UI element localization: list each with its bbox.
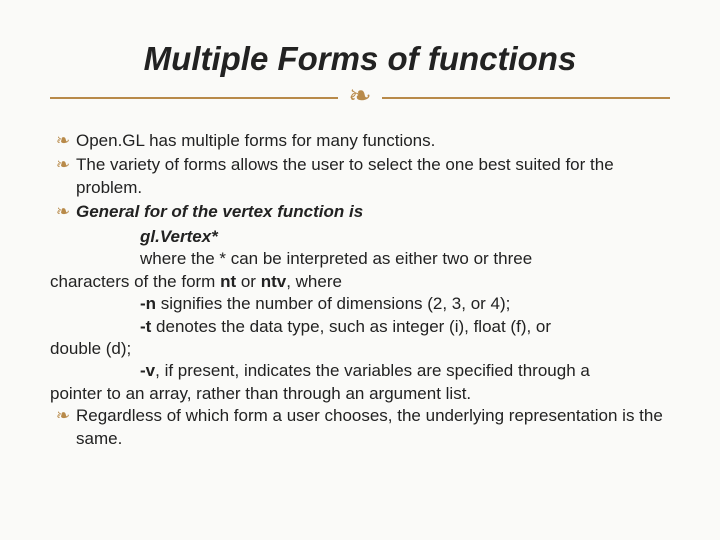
bullet-icon: ❧ [50,130,76,152]
bullet-text: General for of the vertex function is [76,201,670,223]
text-bold: ntv [261,272,287,291]
text: or [236,272,261,291]
text: , if present, indicates the variables ar… [155,361,590,380]
divider: ❧ [50,84,670,112]
flourish-icon: ❧ [338,82,381,110]
bullet-item: ❧ Open.GL has multiple forms for many fu… [50,130,670,152]
bullet-text: Open.GL has multiple forms for many func… [76,130,670,152]
text: signifies the number of dimensions (2, 3… [156,294,510,313]
text: , where [286,272,342,291]
divider-line-right [382,97,670,99]
text-bold: -v [140,361,155,380]
bullet-text: The variety of forms allows the user to … [76,154,670,199]
bullet-item: ❧ Regardless of which form a user choose… [50,405,670,450]
slide: Multiple Forms of functions ❧ ❧ Open.GL … [0,0,720,540]
bullet-text: Regardless of which form a user chooses,… [76,405,670,450]
sub-line: pointer to an array, rather than through… [50,383,670,405]
text-bold: -n [140,294,156,313]
bullet-icon: ❧ [50,201,76,223]
sub-line: where the * can be interpreted as either… [50,248,670,270]
sub-line: -v, if present, indicates the variables … [50,360,670,382]
text-bold: -t [140,317,151,336]
slide-title: Multiple Forms of functions [50,40,670,78]
text: denotes the data type, such as integer (… [151,317,551,336]
bullet-item: ❧ General for of the vertex function is [50,201,670,223]
sub-line: -n signifies the number of dimensions (2… [50,293,670,315]
bullet-item: ❧ The variety of forms allows the user t… [50,154,670,199]
sub-line: -t denotes the data type, such as intege… [50,316,670,338]
bullet-icon: ❧ [50,405,76,450]
divider-line-left [50,97,338,99]
body-text: ❧ Open.GL has multiple forms for many fu… [50,130,670,450]
sub-line: double (d); [50,338,670,360]
text-bold: nt [220,272,236,291]
sub-line: gl.Vertex* [50,226,670,248]
bullet-icon: ❧ [50,154,76,199]
sub-line: characters of the form nt or ntv, where [50,271,670,293]
text: characters of the form [50,272,220,291]
